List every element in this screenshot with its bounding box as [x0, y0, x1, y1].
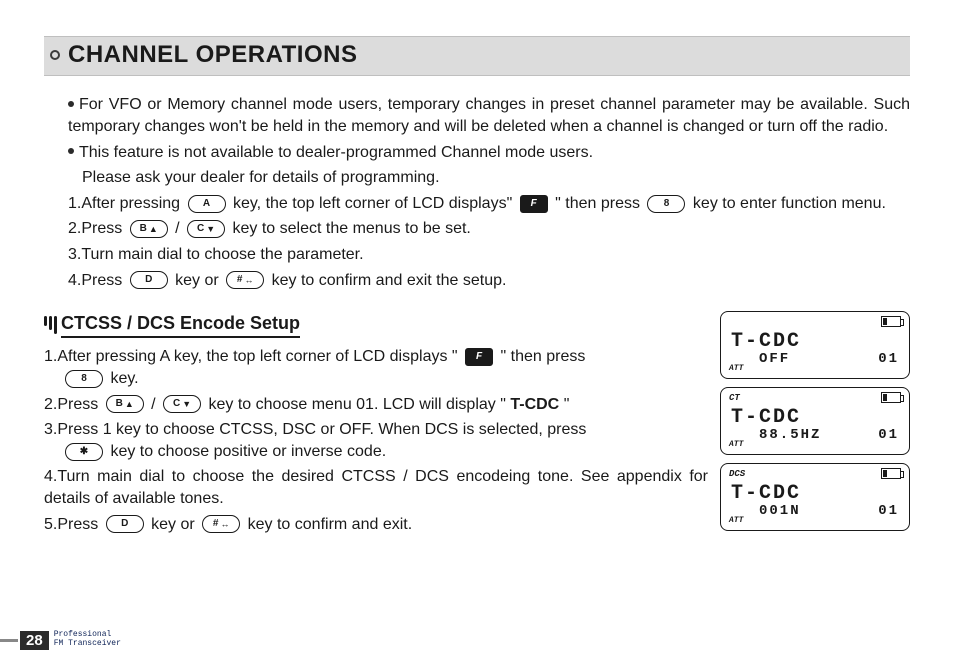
key-hash-icon: #↔	[226, 271, 264, 289]
intro-note: Please ask your dealer for details of pr…	[68, 167, 910, 189]
step-1: 1.After pressing A key, the top left cor…	[68, 193, 910, 215]
footer-caption: Professional FM Transceiver	[54, 631, 121, 649]
ctcss-step-1: 1.After pressing A key, the top left cor…	[44, 346, 708, 389]
bullet-dot-icon	[68, 148, 74, 154]
subsection-title: CTCSS / DCS Encode Setup	[61, 311, 300, 338]
key-8-icon: 8	[65, 370, 103, 388]
key-f-icon: F	[465, 348, 493, 366]
lcd-att: ATT	[729, 364, 743, 375]
ctcss-step-2: 2.Press B▲ / C▼ key to choose menu 01. L…	[44, 394, 708, 416]
ctcss-step-5: 5.Press D key or #↔ key to confirm and e…	[44, 514, 708, 536]
key-8-icon: 8	[647, 195, 685, 213]
bullet-dot-icon	[68, 101, 74, 107]
battery-icon	[881, 316, 901, 327]
lcd-examples: T-CDC OFF 01 ATT CT T-CDC 88.5HZ 01 ATT	[720, 311, 910, 539]
lcd-menu: 01	[878, 426, 899, 445]
intro-bullet-2: This feature is not available to dealer-…	[68, 142, 910, 164]
key-hash-icon: #↔	[202, 515, 240, 533]
battery-icon	[881, 392, 901, 403]
page-footer: 28 Professional FM Transceiver	[0, 631, 121, 651]
lcd-card-ctcss: CT T-CDC 88.5HZ 01 ATT	[720, 387, 910, 455]
key-b-icon: B▲	[106, 395, 144, 413]
lcd-att: ATT	[729, 440, 743, 451]
step-2: 2.Press B▲ / C▼ key to select the menus …	[68, 218, 910, 240]
ctcss-step-4: 4.Turn main dial to choose the desired C…	[44, 466, 708, 509]
footer-rule-icon	[0, 639, 18, 642]
lcd-value: 88.5HZ	[731, 426, 821, 445]
intro-block: For VFO or Memory channel mode users, te…	[68, 94, 910, 291]
lcd-indicator: DCS	[729, 468, 745, 480]
battery-icon	[881, 468, 901, 479]
lcd-menu: 01	[878, 350, 899, 369]
ctcss-step-3: 3.Press 1 key to choose CTCSS, DSC or OF…	[44, 419, 708, 462]
key-c-icon: C▼	[187, 220, 225, 238]
key-d-icon: D	[106, 515, 144, 533]
key-b-icon: B▲	[130, 220, 168, 238]
header-bullet-icon	[50, 50, 60, 60]
step-3: 3.Turn main dial to choose the parameter…	[68, 244, 910, 266]
lcd-card-dcs: DCS T-CDC 001N 01 ATT	[720, 463, 910, 531]
radio-waves-icon	[44, 316, 57, 334]
key-c-icon: C▼	[163, 395, 201, 413]
page-number: 28	[20, 631, 49, 651]
section-title: CHANNEL OPERATIONS	[68, 39, 357, 71]
lcd-att: ATT	[729, 516, 743, 527]
section-header-bar: CHANNEL OPERATIONS	[44, 36, 910, 76]
lcd-indicator: CT	[729, 392, 740, 404]
lcd-menu: 01	[878, 502, 899, 521]
lcd-card-off: T-CDC OFF 01 ATT	[720, 311, 910, 379]
subsection-header: CTCSS / DCS Encode Setup	[44, 311, 708, 338]
key-star-icon: ✱	[65, 443, 103, 461]
step-4: 4.Press D key or #↔ key to confirm and e…	[68, 270, 910, 292]
key-f-icon: F	[520, 195, 548, 213]
key-d-icon: D	[130, 271, 168, 289]
intro-bullet-1: For VFO or Memory channel mode users, te…	[68, 94, 910, 137]
key-a-icon: A	[188, 195, 226, 213]
main-steps: 1.After pressing A key, the top left cor…	[68, 193, 910, 291]
